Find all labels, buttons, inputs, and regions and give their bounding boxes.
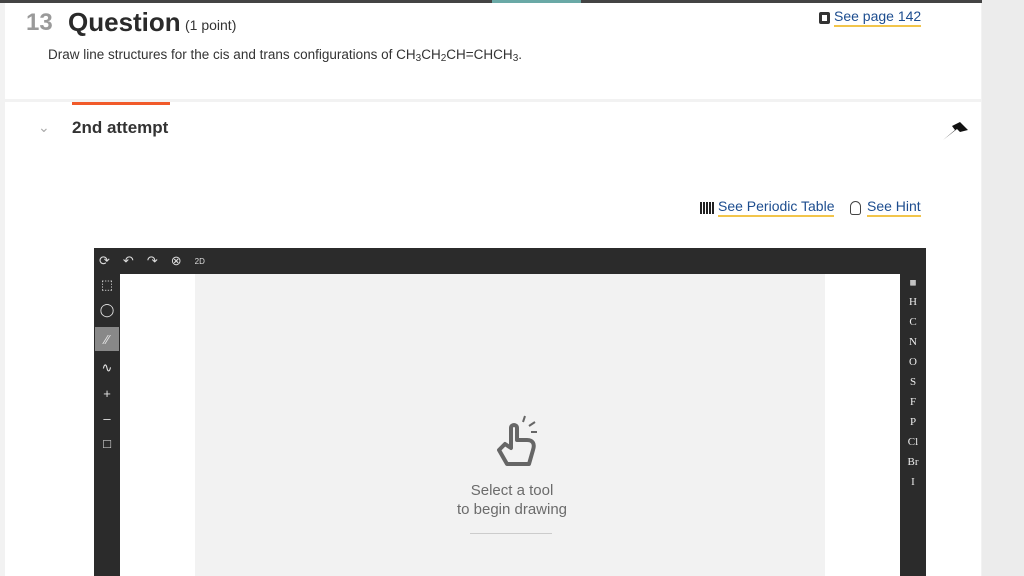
redo-icon[interactable]: ↷ [147,253,158,269]
question-title: Question [68,7,181,37]
hint-label: See Hint [867,198,921,217]
refresh-icon[interactable]: ⟳ [99,253,110,269]
page: 13 Question (1 point) Draw line structur… [0,0,1024,576]
canvas-prompt-line2: to begin drawing [456,501,568,518]
ring-icon[interactable]: □ [97,435,117,451]
prompt-divider [470,533,552,534]
element-n[interactable]: N [909,336,917,348]
see-page-label: See page 142 [834,8,922,27]
2d-icon[interactable]: 2D [195,257,205,266]
chevron-down-icon[interactable]: ⌄ [38,119,50,136]
charge-plus-icon[interactable]: + [97,385,117,401]
question-points: (1 point) [185,17,237,33]
undo-icon[interactable]: ↶ [123,253,134,269]
element-h[interactable]: H [909,296,917,308]
question-text: Draw line structures for the cis and tra… [48,47,522,64]
element-c[interactable]: C [909,316,916,328]
question-text-main: Draw line structures for the cis and tra… [48,47,416,62]
editor-top-toolbar: ⟳ ↶ ↷ ⊗ 2D [94,248,205,274]
lightbulb-icon [850,200,861,215]
periodic-table-label: See Periodic Table [718,198,835,217]
canvas-area[interactable]: Select a tool to begin drawing [195,274,825,576]
element-p[interactable]: P [910,416,916,428]
book-icon [819,11,830,24]
element-o[interactable]: O [909,356,917,368]
palette-grid-icon[interactable]: ▦ [910,278,915,288]
hint-link[interactable]: See Hint [850,198,921,217]
question-number: 13 [26,9,53,36]
periodic-table-link[interactable]: See Periodic Table [700,198,835,217]
select-icon[interactable]: ⬚ [97,277,117,293]
pin-icon[interactable] [940,118,970,142]
element-i[interactable]: I [911,476,915,488]
canvas-prompt-line1: Select a tool [470,482,554,499]
formula-end: . [518,47,523,62]
formula-part-2: CH [421,47,441,62]
attempt-card: ⌄ 2nd attempt See Periodic Table See Hin… [5,102,981,576]
zoom-icon[interactable]: ⊗ [171,253,182,269]
structure-editor: ⟳ ↶ ↷ ⊗ 2D ⬚ ◯ ∕∕ ∿ + – □ ▦ H C N O S F … [94,248,926,576]
element-br[interactable]: Br [908,456,919,468]
editor-left-toolbar: ⬚ ◯ ∕∕ ∿ + – □ [94,274,120,451]
chain-icon[interactable]: ∿ [97,360,117,376]
pointer-hand-icon [497,415,537,466]
drawing-canvas[interactable]: Select a tool to begin drawing [120,274,900,576]
attempt-accent-bar [72,102,170,105]
element-cl[interactable]: Cl [908,436,918,448]
formula-part-3: CH=CHCH [446,47,513,62]
see-page-link[interactable]: See page 142 [819,8,922,27]
periodic-table-icon [700,201,714,214]
element-palette: ▦ H C N O S F P Cl Br I [900,274,926,488]
question-card: 13 Question (1 point) Draw line structur… [5,3,981,99]
element-s[interactable]: S [910,376,916,388]
element-f[interactable]: F [910,396,916,408]
right-gutter [982,0,1024,576]
eraser-icon[interactable]: ◯ [97,302,117,318]
bond-icon[interactable]: ∕∕ [95,327,119,351]
charge-minus-icon[interactable]: – [97,410,117,426]
attempt-label[interactable]: 2nd attempt [72,118,168,138]
